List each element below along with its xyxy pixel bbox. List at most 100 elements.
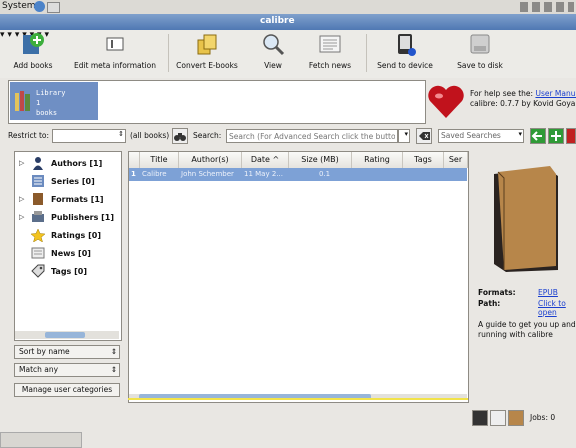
- fetch-news-button[interactable]: Fetch news: [302, 30, 358, 76]
- save-disk-icon: [468, 32, 492, 56]
- series-icon: [32, 175, 44, 187]
- formats-label: Formats:: [478, 288, 516, 297]
- restrict-label: Restrict to:: [8, 131, 50, 140]
- advanced-search-button[interactable]: [172, 128, 188, 144]
- arrow-left-icon: [531, 131, 542, 141]
- convert-icon: [195, 32, 219, 56]
- scrollbar-thumb[interactable]: [45, 332, 85, 338]
- cell-size: 0.1: [319, 170, 331, 178]
- column-series[interactable]: Ser: [444, 152, 468, 168]
- tag-item-formats[interactable]: ▷ Formats [1]: [17, 192, 117, 209]
- path-label: Path:: [478, 299, 501, 308]
- tag-item-publishers[interactable]: ▷ Publishers [1]: [17, 210, 117, 227]
- clear-search-button[interactable]: [416, 128, 432, 144]
- mail-icon[interactable]: [47, 2, 60, 13]
- library-icon: [14, 90, 32, 112]
- search-history-dropdown[interactable]: ▾: [398, 129, 410, 143]
- column-title[interactable]: Title: [140, 152, 179, 168]
- tag-item-tags[interactable]: Tags [0]: [17, 264, 117, 281]
- add-books-button[interactable]: Add books: [4, 30, 62, 76]
- tag-item-series[interactable]: Series [0]: [17, 174, 117, 191]
- edit-metadata-icon: [103, 32, 127, 56]
- tag-icon: [31, 264, 45, 278]
- help-text: For help see the: User Manual: [470, 89, 576, 98]
- all-books-label: (all books): [130, 131, 170, 140]
- publishers-icon: [32, 211, 44, 222]
- tag-item-authors[interactable]: ▷ Authors [1]: [17, 156, 117, 173]
- expand-arrow-icon[interactable]: ▷: [19, 213, 24, 221]
- clear-icon: [419, 132, 430, 140]
- user-manual-link[interactable]: User Manual: [535, 89, 576, 98]
- tag-item-ratings[interactable]: Ratings [0]: [17, 228, 117, 245]
- system-panel: System: [0, 0, 576, 15]
- row-number-header: [129, 152, 140, 168]
- library-button[interactable]: Library 1 books: [10, 82, 98, 120]
- add-books-icon: [21, 32, 45, 56]
- book-description: A guide to get you up and running with c…: [478, 320, 576, 339]
- progress-line: [128, 398, 468, 400]
- formats-link[interactable]: EPUB: [538, 288, 558, 297]
- chevron-down-icon: ⇕: [110, 347, 117, 356]
- delete-search-button[interactable]: [566, 128, 576, 144]
- jobs-indicator[interactable]: Jobs: 0: [530, 413, 555, 422]
- plus-icon: [551, 131, 561, 141]
- column-authors[interactable]: Author(s): [179, 152, 242, 168]
- tag-editor-button[interactable]: [472, 410, 488, 426]
- match-combo[interactable]: Match any ⇕: [14, 363, 120, 377]
- manage-categories-button[interactable]: Manage user categories: [14, 383, 120, 397]
- column-rating[interactable]: Rating: [352, 152, 403, 168]
- column-date[interactable]: Date ^: [242, 152, 289, 168]
- expand-arrow-icon[interactable]: ▷: [19, 159, 24, 167]
- chevron-down-icon: ⇕: [110, 365, 117, 374]
- path-link[interactable]: Click to open: [538, 299, 574, 317]
- expand-arrow-icon[interactable]: ▷: [19, 195, 24, 203]
- table-row[interactable]: 1 Calibre John Schember 11 May 2... 0.1: [129, 168, 467, 181]
- tag-browser-scrollbar[interactable]: [15, 331, 119, 339]
- window-titlebar: calibre: [0, 14, 576, 30]
- tag-item-news[interactable]: News [0]: [17, 246, 117, 263]
- column-size[interactable]: Size (MB): [289, 152, 352, 168]
- library-label: Library 1 books: [36, 89, 66, 117]
- column-tags[interactable]: Tags: [403, 152, 444, 168]
- view-button[interactable]: View: [254, 30, 292, 76]
- donate-heart-icon[interactable]: [426, 84, 466, 120]
- saved-searches-combo[interactable]: Saved Searches ▾: [438, 129, 524, 143]
- star-icon: [31, 228, 45, 242]
- chevron-down-icon: ⇕: [118, 130, 124, 138]
- formats-icon: [33, 193, 43, 205]
- system-menu[interactable]: System: [2, 1, 36, 11]
- row-number: 1: [131, 170, 136, 178]
- news-icon: [31, 247, 45, 259]
- chevron-down-icon: ▾: [404, 130, 408, 138]
- binoculars-icon: [174, 133, 186, 141]
- pencil-icon[interactable]: [490, 410, 506, 426]
- edit-metadata-button[interactable]: Edit meta information: [70, 30, 160, 76]
- cover-flow-button[interactable]: [508, 410, 524, 426]
- tray-icons: [520, 2, 574, 12]
- window-title: calibre: [260, 16, 295, 26]
- sort-up-icon: ^: [272, 155, 280, 164]
- convert-ebooks-button[interactable]: Convert E-books: [172, 30, 242, 76]
- authors-icon: [33, 157, 43, 170]
- search-label: Search:: [193, 131, 222, 140]
- search-go-button[interactable]: [530, 128, 546, 144]
- chevron-down-icon: ▾: [518, 130, 522, 138]
- browser-icon[interactable]: [34, 1, 45, 12]
- cell-title: Calibre: [142, 170, 167, 178]
- device-icon: [393, 32, 417, 56]
- book-cover[interactable]: [484, 166, 566, 274]
- status-buttons: Jobs: 0: [472, 408, 576, 426]
- save-to-disk-button[interactable]: Save to disk: [450, 30, 510, 76]
- save-search-button[interactable]: [548, 128, 564, 144]
- cell-date: 11 May 2...: [244, 170, 283, 178]
- search-input[interactable]: [226, 129, 398, 143]
- restrict-combo[interactable]: ⇕: [52, 129, 126, 143]
- taskbar-item[interactable]: [0, 432, 82, 448]
- tag-browser: ▷ Authors [1] Series [0] ▷ Formats [1] ▷…: [14, 151, 122, 341]
- version-text: calibre: 0.7.7 by Kovid Goyal: [470, 99, 576, 108]
- sort-by-combo[interactable]: Sort by name ⇕: [14, 345, 120, 359]
- cell-author: John Schember: [181, 170, 234, 178]
- news-icon: [318, 32, 342, 56]
- view-magnifier-icon: [261, 32, 285, 56]
- send-to-device-button[interactable]: Send to device: [372, 30, 438, 76]
